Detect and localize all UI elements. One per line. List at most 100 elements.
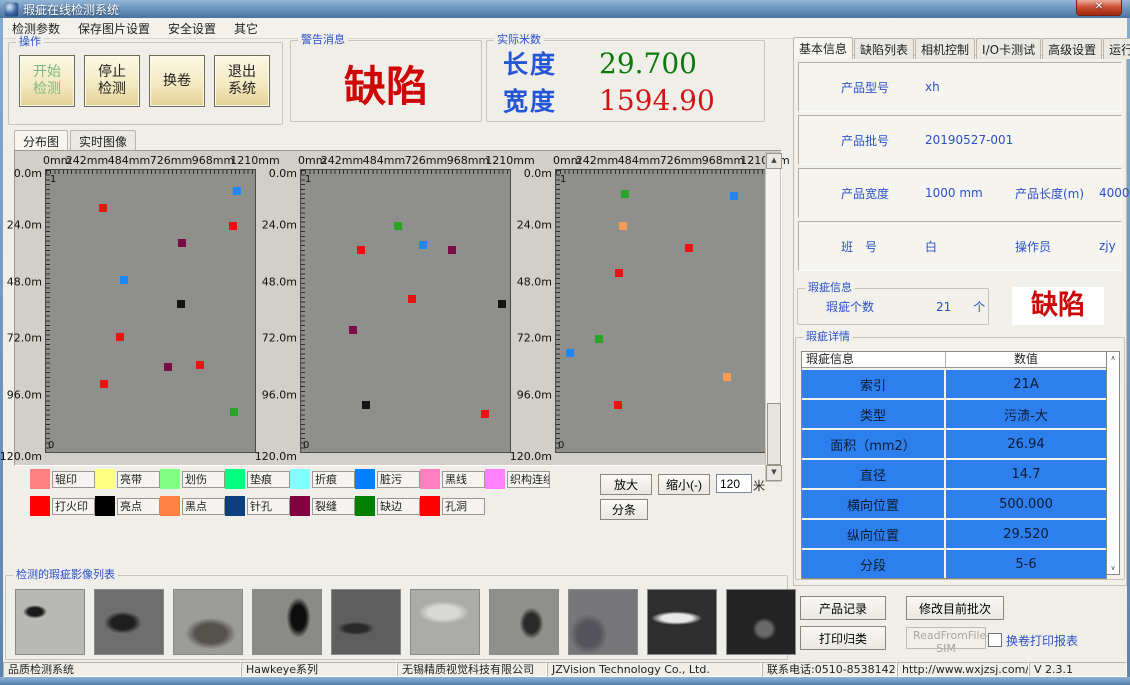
- tab-realtime[interactable]: 实时图像: [70, 130, 136, 151]
- x-axis-label: 726mm: [660, 154, 702, 167]
- status-cell-6: http://www.wxjzsj.com/: [897, 662, 1029, 677]
- window-title: 瑕疵在线检测系统: [23, 1, 119, 18]
- data-point: [120, 276, 128, 284]
- close-button[interactable]: ✕: [1076, 0, 1122, 16]
- tab-basic-info[interactable]: 基本信息: [793, 37, 853, 59]
- tab-camera-control[interactable]: 相机控制: [915, 38, 975, 59]
- table-header-value: 数值: [946, 352, 1106, 367]
- info-row: 产品批号20190527-001: [798, 115, 1122, 165]
- plot-bottom-label: 0: [303, 440, 309, 451]
- table-row[interactable]: 纵向位置29.520: [802, 520, 1106, 548]
- table-row[interactable]: 横向位置500.000: [802, 490, 1106, 518]
- table-row[interactable]: 面积（mm2）26.94: [802, 430, 1106, 458]
- table-cell-label: 分段: [802, 550, 946, 578]
- info-value: xh: [925, 80, 1015, 94]
- info-label: 班 号: [841, 238, 925, 255]
- scroll-up-icon[interactable]: [766, 153, 782, 169]
- legend-label: 亮点: [117, 498, 160, 515]
- zoom-in-button[interactable]: 放大(+): [600, 474, 652, 495]
- chart-scrollbar[interactable]: [765, 152, 781, 482]
- width-value: 1594.90: [599, 84, 715, 117]
- y-axis-label: 72.0m: [262, 332, 297, 345]
- data-point: [178, 239, 186, 247]
- menu-others[interactable]: 其它: [225, 18, 267, 39]
- table-cell-value: 26.94: [946, 430, 1106, 458]
- scroll-down-icon[interactable]: [766, 465, 782, 481]
- table-cell-value: 500.000: [946, 490, 1106, 518]
- y-axis-label: 24.0m: [262, 219, 297, 232]
- y-axis-label: 120.0m: [510, 450, 552, 463]
- y-axis-label: 72.0m: [7, 332, 42, 345]
- legend-swatch: [225, 496, 245, 516]
- info-row: 产品型号xh: [798, 62, 1122, 112]
- legend-swatch: [290, 496, 310, 516]
- modify-batch-button[interactable]: 修改目前批次: [906, 596, 1004, 620]
- tab-io-test[interactable]: I/O卡测试: [976, 38, 1041, 59]
- defect-thumbnail[interactable]: [15, 589, 85, 655]
- thumbnails-group: 检测的瑕疵影像列表: [5, 575, 788, 660]
- operation-group: 操作 开始 检测停止 检测换卷退出 系统: [8, 42, 283, 125]
- table-row[interactable]: 直径14.7: [802, 460, 1106, 488]
- defect-thumbnail[interactable]: [568, 589, 638, 655]
- tab-advanced-settings[interactable]: 高级设置: [1042, 38, 1102, 59]
- y-axis-label: 24.0m: [7, 219, 42, 232]
- plot-top-label: 1: [50, 174, 56, 185]
- info-row: 班 号白操作员zjy: [798, 221, 1122, 271]
- data-point: [100, 380, 108, 388]
- start-detect-button[interactable]: 开始 检测: [19, 55, 75, 107]
- menu-save-image-settings[interactable]: 保存图片设置: [69, 18, 159, 39]
- table-row[interactable]: 索引21A: [802, 370, 1106, 398]
- legend-item: 垫痕: [225, 469, 290, 489]
- defect-thumbnail[interactable]: [94, 589, 164, 655]
- table-cell-label: 索引: [802, 370, 946, 398]
- defect-thumbnail[interactable]: [331, 589, 401, 655]
- split-button[interactable]: 分条: [600, 499, 648, 520]
- data-point: [394, 222, 402, 230]
- table-cell-label: 类型: [802, 400, 946, 428]
- y-axis-label: 0.0m: [524, 167, 552, 180]
- legend-label: 缺边: [377, 498, 420, 515]
- product-record-button[interactable]: 产品记录: [800, 596, 886, 620]
- scroll-thumb[interactable]: [767, 403, 781, 465]
- defect-thumbnail[interactable]: [252, 589, 322, 655]
- table-scrollbar[interactable]: [1106, 351, 1120, 575]
- defect-thumbnail[interactable]: [173, 589, 243, 655]
- defect-thumbnail[interactable]: [647, 589, 717, 655]
- change-roll-button[interactable]: 换卷: [149, 55, 205, 107]
- meters-group: 实际米数 长度 29.700 宽度 1594.90: [486, 40, 765, 122]
- table-cell-label: 横向位置: [802, 490, 946, 518]
- stop-detect-button[interactable]: 停止 检测: [84, 55, 140, 107]
- table-row[interactable]: 类型污渍-大: [802, 400, 1106, 428]
- defect-thumbnail[interactable]: [410, 589, 480, 655]
- legend-row-1: 辊印亮带划伤垫痕折痕脏污黑线织构连续: [30, 469, 550, 489]
- length-range-input[interactable]: [716, 474, 752, 493]
- menu-security-settings[interactable]: 安全设置: [159, 18, 225, 39]
- tab-defect-list[interactable]: 缺陷列表: [854, 38, 914, 59]
- length-value: 29.700: [599, 47, 697, 80]
- tab-run-status[interactable]: 运行状态信息: [1103, 38, 1130, 59]
- tab-distribution[interactable]: 分布图: [14, 130, 68, 151]
- meters-group-label: 实际米数: [494, 33, 544, 47]
- data-point: [448, 246, 456, 254]
- defect-count-unit: 个: [973, 298, 985, 315]
- legend-swatch: [95, 469, 115, 489]
- zoom-out-button[interactable]: 缩小(-): [658, 474, 710, 495]
- table-scroll-down-icon[interactable]: [1107, 562, 1119, 574]
- legend-label: 孔洞: [442, 498, 485, 515]
- x-axis-label: 968mm: [192, 154, 234, 167]
- x-axis-label: 968mm: [447, 154, 489, 167]
- status-cell-4: JZVision Technology Co., Ltd.: [547, 662, 762, 677]
- table-row[interactable]: 分段5-6: [802, 550, 1106, 578]
- print-report-checkbox[interactable]: [988, 633, 1002, 647]
- info-value: 1000 mm: [925, 186, 1015, 200]
- exit-system-button[interactable]: 退出 系统: [214, 55, 270, 107]
- defect-thumbnail[interactable]: [726, 589, 796, 655]
- info-value: zjy: [1099, 239, 1130, 253]
- legend-swatch: [95, 496, 115, 516]
- defect-thumbnail[interactable]: [489, 589, 559, 655]
- print-classify-button[interactable]: 打印归类: [800, 626, 886, 650]
- info-label: 操作员: [1015, 238, 1099, 255]
- table-scroll-up-icon[interactable]: [1107, 352, 1119, 364]
- data-point: [233, 187, 241, 195]
- defect-table: 瑕疵信息 数值 索引21A类型污渍-大面积（mm2）26.94直径14.7横向位…: [801, 351, 1107, 579]
